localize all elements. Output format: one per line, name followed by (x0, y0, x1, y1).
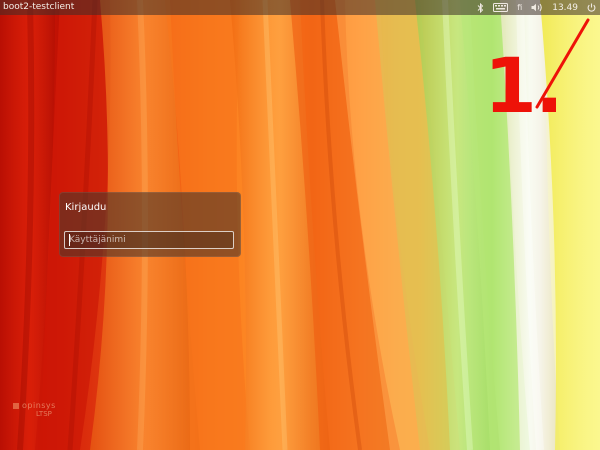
volume-icon[interactable] (531, 0, 543, 15)
indicator-area: fi 13.49 (468, 0, 600, 15)
brand-logo: opinsys LTSP (13, 401, 56, 419)
keyboard-layout-indicator[interactable]: fi (517, 0, 522, 15)
brand-mark-icon (13, 403, 19, 409)
keyboard-layout-label: fi (517, 3, 523, 12)
text-caret (69, 234, 70, 246)
clock[interactable]: 13.49 (552, 3, 578, 13)
power-icon[interactable] (587, 0, 596, 15)
username-input[interactable] (64, 231, 234, 249)
brand-sub: LTSP (36, 410, 52, 418)
bluetooth-icon[interactable] (477, 0, 484, 15)
login-title: Kirjaudu (65, 202, 107, 213)
brand-name: opinsys (22, 401, 56, 410)
host-name: boot2-testclient (3, 2, 75, 12)
keyboard-icon[interactable] (493, 0, 509, 15)
top-panel: boot2-testclient fi 13.49 (0, 0, 600, 15)
login-panel: Kirjaudu (59, 192, 241, 257)
